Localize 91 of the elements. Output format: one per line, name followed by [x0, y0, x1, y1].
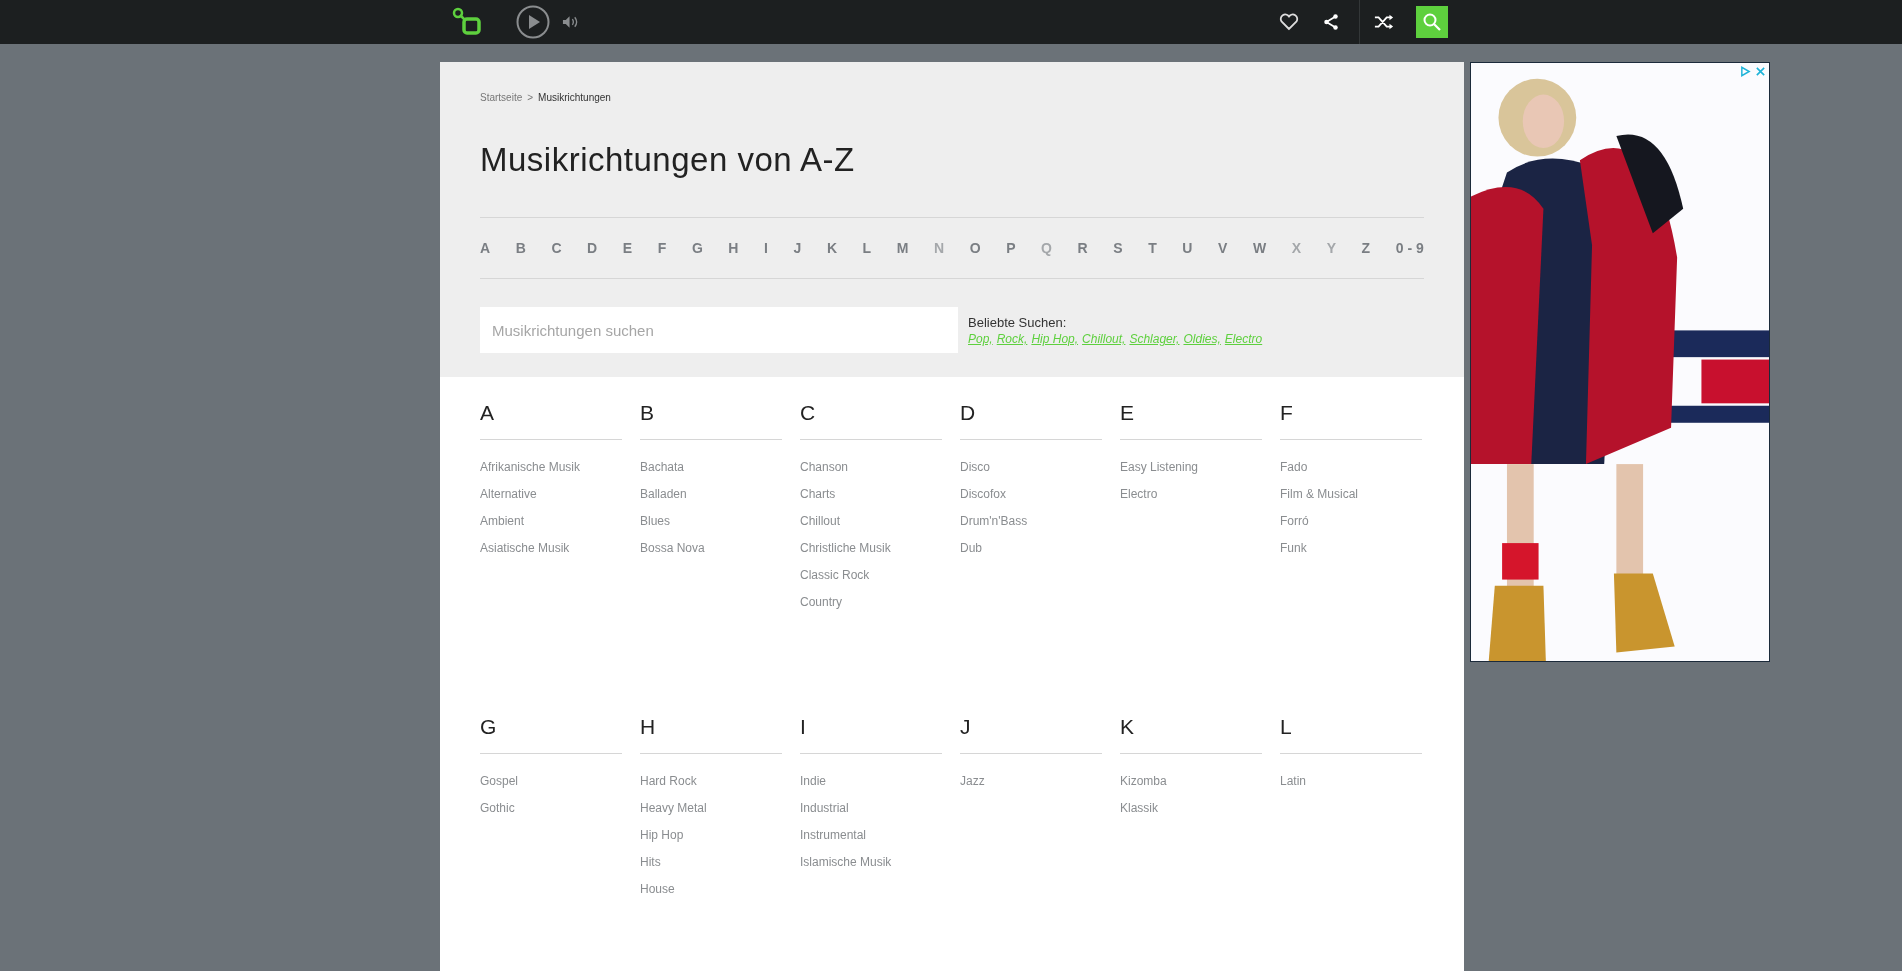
genre-link[interactable]: Hip Hop — [640, 822, 782, 849]
alphabet-link[interactable]: M — [896, 240, 909, 256]
genre-link[interactable]: Country — [800, 589, 942, 616]
genre-link[interactable]: Gothic — [480, 795, 622, 822]
alphabet-link[interactable]: 0 - 9 — [1395, 240, 1424, 256]
letter-heading: A — [480, 401, 495, 426]
letter-heading: F — [1280, 401, 1294, 426]
genre-link[interactable]: Classic Rock — [800, 562, 942, 589]
genre-link[interactable]: Asiatische Musik — [480, 535, 622, 562]
letter-heading: D — [960, 401, 977, 426]
play-icon[interactable] — [516, 5, 550, 39]
breadcrumb-link[interactable]: Musikrichtungen — [538, 92, 611, 103]
alphabet-link[interactable]: O — [969, 240, 981, 256]
genre-link[interactable]: Afrikanische Musik — [480, 454, 622, 481]
alphabet-link[interactable]: K — [826, 240, 837, 256]
genre-link[interactable]: Ambient — [480, 508, 622, 535]
genre-link[interactable]: Klassik — [1120, 795, 1262, 822]
page-title: Musikrichtungen von A-Z — [480, 141, 856, 179]
letter-heading: G — [480, 715, 498, 740]
letter-heading: C — [800, 401, 817, 426]
letter-heading: K — [1120, 715, 1135, 740]
letter-heading: I — [800, 715, 807, 740]
volume-icon[interactable] — [562, 15, 579, 29]
heart-icon[interactable] — [1279, 13, 1299, 31]
genre-link[interactable]: Hard Rock — [640, 768, 782, 795]
search-icon — [1422, 12, 1442, 32]
genre-link[interactable]: Chillout — [800, 508, 942, 535]
shuffle-icon[interactable] — [1374, 13, 1394, 31]
alphabet-link[interactable]: D — [587, 240, 598, 256]
alphabet-link: Q — [1041, 240, 1052, 256]
alphabet-link[interactable]: V — [1218, 240, 1228, 256]
alphabet-link[interactable]: I — [764, 240, 768, 256]
genre-link[interactable]: Chanson — [800, 454, 942, 481]
alphabet-link[interactable]: U — [1182, 240, 1193, 256]
alphabet-link: N — [934, 240, 945, 256]
genre-link[interactable]: Drum'n'Bass — [960, 508, 1102, 535]
alphabet-link[interactable]: G — [691, 240, 703, 256]
genre-link[interactable]: Islamische Musik — [800, 849, 942, 876]
genre-link[interactable]: Kizomba — [1120, 768, 1262, 795]
genre-link[interactable]: Disco — [960, 454, 1102, 481]
genre-link[interactable]: Easy Listening — [1120, 454, 1262, 481]
genre-link[interactable]: Electro — [1120, 481, 1262, 508]
alphabet-link[interactable]: P — [1006, 240, 1016, 256]
alphabet-link[interactable]: F — [657, 240, 667, 256]
letter-heading: L — [1280, 715, 1293, 740]
alphabet-link: Y — [1326, 240, 1336, 256]
alphabet-link[interactable]: Z — [1361, 240, 1371, 256]
alphabet-link[interactable]: A — [480, 240, 491, 256]
alphabet-link[interactable]: C — [551, 240, 562, 256]
logo-icon[interactable] — [452, 7, 484, 37]
breadcrumb-separator: > — [527, 92, 534, 103]
genre-link[interactable]: Hits — [640, 849, 782, 876]
alphabet-link[interactable]: B — [515, 240, 526, 256]
share-icon[interactable] — [1321, 13, 1341, 31]
genre-link[interactable]: Blues — [640, 508, 782, 535]
genre-link[interactable]: Jazz — [960, 768, 1102, 795]
genre-link[interactable]: Bachata — [640, 454, 782, 481]
alphabet-link[interactable]: R — [1077, 240, 1088, 256]
genre-link[interactable]: Indie — [800, 768, 942, 795]
alphabet-link[interactable]: H — [728, 240, 739, 256]
alphabet-link[interactable]: W — [1252, 240, 1267, 256]
genre-link[interactable]: Funk — [1280, 535, 1422, 562]
genre-link[interactable]: House — [640, 876, 782, 903]
genre-link[interactable]: Charts — [800, 481, 942, 508]
genre-link[interactable]: Instrumental — [800, 822, 942, 849]
genre-link[interactable]: Fado — [1280, 454, 1422, 481]
breadcrumb-link[interactable]: Startseite — [480, 92, 523, 103]
letter-heading: B — [640, 401, 655, 426]
alphabet-link[interactable]: S — [1113, 240, 1123, 256]
genre-link[interactable]: Latin — [1280, 768, 1422, 795]
letter-heading: H — [640, 715, 657, 740]
alphabet-link[interactable]: T — [1148, 240, 1157, 256]
search-field[interactable]: Musikrichtungen suchen — [480, 307, 958, 353]
genre-link[interactable]: Discofox — [960, 481, 1102, 508]
letter-heading: E — [1120, 401, 1135, 426]
alphabet-link[interactable]: E — [622, 240, 633, 256]
genre-link[interactable]: Heavy Metal — [640, 795, 782, 822]
genre-link[interactable]: Alternative — [480, 481, 622, 508]
alphabet-link: X — [1291, 240, 1302, 256]
genre-link[interactable]: Bossa Nova — [640, 535, 782, 562]
popular-label: Beliebte Suchen: — [968, 315, 1068, 330]
letter-heading: J — [960, 715, 972, 740]
genre-link[interactable]: Industrial — [800, 795, 942, 822]
genre-link[interactable]: Gospel — [480, 768, 622, 795]
alphabet-link[interactable]: J — [793, 240, 802, 256]
genre-link[interactable]: Balladen — [640, 481, 782, 508]
genre-link[interactable]: Film & Musical — [1280, 481, 1422, 508]
genre-link[interactable]: Christliche Musik — [800, 535, 942, 562]
alphabet-link[interactable]: L — [862, 240, 872, 256]
genre-link[interactable]: Dub — [960, 535, 1102, 562]
genre-link[interactable]: Forró — [1280, 508, 1422, 535]
